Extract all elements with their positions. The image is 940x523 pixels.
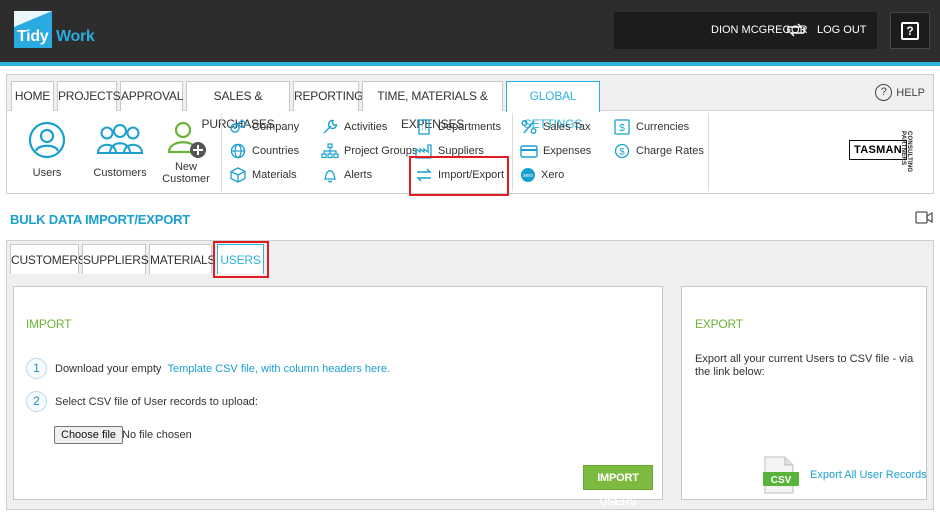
- menu-company[interactable]: Company: [229, 119, 299, 135]
- tab-time-materials-expenses[interactable]: TIME, MATERIALS & EXPENSES: [362, 81, 503, 131]
- globe-icon: [230, 143, 246, 159]
- menu-charge-rates-label: Charge Rates: [636, 145, 704, 157]
- step-2-text: Select CSV file of User records to uploa…: [55, 395, 258, 408]
- main-tabs: HOME PROJECTS APPROVAL SALES & PURCHASES…: [7, 75, 933, 131]
- menu-divider: [512, 113, 513, 191]
- logout-icon[interactable]: [786, 23, 806, 37]
- svg-text:$: $: [619, 147, 624, 157]
- csv-file-icon[interactable]: CSV: [761, 455, 801, 495]
- percent-icon: [521, 120, 537, 134]
- logo-text-tidy: Tidy: [17, 28, 49, 45]
- video-icon[interactable]: [915, 211, 933, 224]
- menu-customers-label: Customers: [93, 167, 147, 179]
- csv-badge-text: CSV: [771, 475, 792, 486]
- menu-sales-tax-label: Sales Tax: [543, 121, 591, 133]
- tab-home[interactable]: HOME: [11, 81, 54, 111]
- export-all-users-link[interactable]: Export All User Records: [810, 469, 927, 481]
- tidywork-logo[interactable]: Tidy Work: [14, 11, 98, 48]
- menu-customers[interactable]: Customers: [92, 120, 148, 179]
- menu-project-groups[interactable]: Project Groups: [321, 143, 417, 159]
- menu-divider: [708, 113, 709, 191]
- menu-new-customer-label: New: [174, 161, 197, 173]
- tab-sales-purchases[interactable]: SALES & PURCHASES: [186, 81, 290, 131]
- menu-users-label: Users: [32, 167, 62, 179]
- menu-new-customer[interactable]: New Customer: [161, 120, 211, 185]
- user-box: DION MCGREGOR LOG OUT: [614, 12, 877, 49]
- export-title: EXPORT: [695, 317, 743, 331]
- cube-icon: [230, 167, 246, 183]
- menu-activities-label: Activities: [344, 121, 388, 133]
- menu-users[interactable]: Users: [25, 120, 69, 179]
- tab-reporting[interactable]: REPORTING: [293, 81, 364, 111]
- menu-alerts[interactable]: Alerts: [321, 167, 372, 183]
- help-icon: ?: [901, 21, 919, 40]
- menu-expenses-label: Expenses: [543, 145, 592, 157]
- menu-expenses[interactable]: Expenses: [520, 143, 591, 159]
- main-nav-panel: HOME PROJECTS APPROVAL SALES & PURCHASES…: [6, 74, 934, 196]
- page-title: BULK DATA IMPORT/EXPORT: [10, 212, 191, 227]
- step-1-number: 1: [26, 358, 47, 379]
- menu-departments[interactable]: Departments: [415, 119, 501, 135]
- dollar-icon: $: [614, 119, 630, 135]
- menu-currencies-label: Currencies: [636, 121, 690, 133]
- highlight-box-import-export: [409, 156, 509, 196]
- choose-file-button[interactable]: Choose file: [54, 426, 124, 444]
- partner-logo: TASMAN: [849, 140, 908, 160]
- help-button[interactable]: ?: [890, 12, 930, 49]
- import-step-2: 2 Select CSV file of User records to upl…: [26, 391, 258, 412]
- import-title: IMPORT: [26, 317, 72, 331]
- menu-countries[interactable]: Countries: [229, 143, 299, 159]
- xero-icon: xero: [521, 168, 535, 182]
- coin-icon: $: [614, 143, 630, 159]
- menu-activities[interactable]: Activities: [321, 119, 387, 135]
- highlight-box-users-tab: [213, 241, 269, 278]
- help-label: HELP: [896, 86, 925, 99]
- menu-materials[interactable]: Materials: [229, 167, 297, 183]
- menu-departments-label: Departments: [438, 121, 501, 133]
- customers-icon: [96, 124, 144, 154]
- tab-approval[interactable]: APPROVAL: [120, 81, 183, 111]
- step-2-number: 2: [26, 391, 47, 412]
- menu-company-label: Company: [252, 121, 300, 133]
- gears-icon: [230, 120, 246, 133]
- template-csv-link[interactable]: Template CSV file, with column headers h…: [167, 363, 390, 375]
- logo-text-work: Work: [56, 28, 95, 45]
- export-description: Export all your current Users to CSV fil…: [695, 353, 914, 378]
- menu-currencies[interactable]: $ Currencies: [613, 119, 689, 135]
- menu-xero-label: Xero: [541, 169, 565, 181]
- help-link[interactable]: ? HELP: [875, 84, 925, 101]
- menu-countries-label: Countries: [252, 145, 300, 157]
- tab-global-settings[interactable]: GLOBAL SETTINGS: [506, 81, 600, 131]
- partner-logo-sub: CONSULTING PARTNERS: [900, 131, 912, 173]
- import-step-1: 1 Download your empty Template CSV file,…: [26, 358, 390, 379]
- building-icon: [418, 119, 430, 135]
- header-accent-stripe: [0, 62, 940, 66]
- menu-charge-rates[interactable]: $ Charge Rates: [613, 143, 704, 159]
- menu-xero[interactable]: xero Xero: [520, 167, 564, 183]
- help-circle-icon: ?: [875, 84, 893, 101]
- menu-alerts-label: Alerts: [344, 169, 373, 181]
- bell-icon: [323, 169, 337, 183]
- no-file-status: No file chosen: [122, 429, 192, 441]
- import-users-button[interactable]: IMPORT USERS: [583, 465, 653, 508]
- user-icon: [28, 121, 66, 159]
- wrench-icon: [323, 119, 338, 134]
- card-icon: [520, 145, 538, 158]
- subtab-suppliers[interactable]: SUPPLIERS: [82, 244, 149, 274]
- menu-new-customer-label-2: Customer: [162, 173, 210, 185]
- top-bar: Tidy Work DION MCGREGOR LOG OUT ?: [0, 0, 940, 62]
- subtab-customers[interactable]: CUSTOMERS: [10, 244, 86, 274]
- hierarchy-icon: [321, 143, 339, 159]
- svg-text:$: $: [619, 123, 625, 134]
- add-customer-icon: [167, 121, 206, 158]
- menu-project-groups-label: Project Groups: [344, 145, 418, 157]
- tab-projects[interactable]: PROJECTS: [57, 81, 121, 111]
- menu-sales-tax[interactable]: Sales Tax: [520, 119, 591, 135]
- step-1-text: Download your empty: [55, 362, 165, 375]
- menu-materials-label: Materials: [252, 169, 297, 181]
- subtab-materials[interactable]: MATERIALS: [149, 244, 216, 274]
- logout-button[interactable]: LOG OUT: [817, 24, 867, 36]
- svg-text:xero: xero: [523, 173, 533, 179]
- menu-divider: [221, 113, 222, 191]
